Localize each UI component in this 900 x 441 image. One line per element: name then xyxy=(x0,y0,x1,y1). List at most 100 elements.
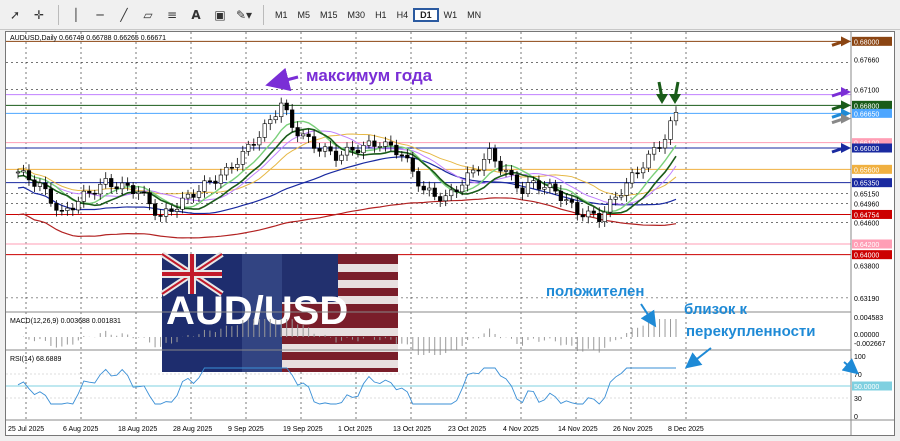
grid xyxy=(6,32,851,420)
timeframe-m30[interactable]: M30 xyxy=(343,10,371,20)
candle-bear xyxy=(191,193,196,198)
trendline-icon[interactable]: ╱ xyxy=(113,4,135,26)
timeframe-m1[interactable]: M1 xyxy=(270,10,293,20)
channel-icon[interactable]: ▱ xyxy=(137,4,159,26)
timeframe-d1[interactable]: D1 xyxy=(413,7,439,22)
candle-bear xyxy=(438,196,443,202)
year-high-label: максимум года xyxy=(306,66,433,85)
time-label: 6 Aug 2025 xyxy=(63,426,99,433)
candle-bear xyxy=(569,199,574,203)
positive-arrow xyxy=(640,303,657,328)
candle-bull xyxy=(344,146,350,156)
label-tool-icon[interactable]: ▣ xyxy=(209,4,231,26)
candle-bear xyxy=(131,185,136,194)
candle-bull xyxy=(180,197,185,210)
candle-bear xyxy=(152,203,158,216)
candle-bull xyxy=(640,167,646,174)
timeframe-h4[interactable]: H4 xyxy=(392,10,414,20)
time-label: 23 Oct 2025 xyxy=(448,426,486,433)
candle-bear xyxy=(597,213,602,222)
candle-bull xyxy=(624,182,629,196)
macd-label: 0.00000 xyxy=(854,332,879,339)
price-label: 0.63190 xyxy=(854,296,879,303)
flag-image-caption: AUD/USD xyxy=(166,289,348,333)
candle-bear xyxy=(311,136,317,149)
candle-bear xyxy=(372,140,377,147)
near-overbought-line-1: близок к xyxy=(684,301,748,318)
rsi-label: 30 xyxy=(854,396,862,403)
horizontal-line-icon[interactable]: ─ xyxy=(89,4,111,26)
candle-bull xyxy=(246,144,251,152)
candle-bull xyxy=(383,141,388,147)
chart-canvas: 0.680000.676600.671000.668000.666500.661… xyxy=(6,32,894,435)
cursor-icon[interactable]: ➚ xyxy=(4,4,26,26)
candle-bull xyxy=(322,146,328,152)
fibonacci-icon[interactable]: ≡ xyxy=(161,4,183,26)
candle-bear xyxy=(142,191,147,194)
rsi-label: 50.0000 xyxy=(854,384,879,391)
candle-bull xyxy=(240,151,245,165)
timeframe-w1[interactable]: W1 xyxy=(439,10,463,20)
candle-bear xyxy=(59,210,64,212)
candle-bear xyxy=(328,146,333,152)
vertical-line-icon[interactable]: │ xyxy=(65,4,87,26)
price-label: 0.65350 xyxy=(854,181,879,188)
timeframe-m5[interactable]: M5 xyxy=(293,10,316,20)
candle-bull xyxy=(481,159,487,171)
candle-bear xyxy=(399,154,404,157)
candle-bear xyxy=(394,144,399,156)
candle-bull xyxy=(377,146,383,148)
rsi-label: 100 xyxy=(854,354,866,361)
crosshair-icon[interactable]: ✛ xyxy=(28,4,50,26)
toolbar: ➚ ✛ │ ─ ╱ ▱ ≡ A ▣ ✎▾ M1 M5 M15 M30 H1 H4… xyxy=(0,0,900,30)
time-label: 28 Aug 2025 xyxy=(173,426,212,433)
time-label: 8 Dec 2025 xyxy=(668,426,704,433)
candle-bear xyxy=(207,180,213,183)
candle-bull xyxy=(427,187,432,191)
candle-bull xyxy=(460,184,465,193)
candle-bear xyxy=(476,169,481,172)
timeframe-mn[interactable]: MN xyxy=(462,10,486,20)
time-label: 25 Jul 2025 xyxy=(8,426,44,433)
candle-bull xyxy=(487,148,492,160)
candle-bull xyxy=(449,189,454,197)
level-arrow-head xyxy=(841,143,851,153)
candle-bear xyxy=(70,207,75,211)
price-label: 0.64960 xyxy=(854,201,879,208)
candle-bear xyxy=(492,148,498,162)
timeframe-m15[interactable]: M15 xyxy=(315,10,343,20)
shapes-menu-icon[interactable]: ✎▾ xyxy=(233,4,255,26)
candle-bull xyxy=(262,123,267,138)
candle-bull xyxy=(668,120,673,140)
candle-bear xyxy=(520,187,525,194)
candle-bull xyxy=(81,190,86,202)
year-high-arrow xyxy=(265,67,299,92)
level-arrow-head xyxy=(841,87,851,97)
chart-area[interactable]: 0.680000.676600.671000.668000.666500.661… xyxy=(5,31,895,436)
price-label: 0.64600 xyxy=(854,221,879,228)
candle-bull xyxy=(21,170,26,173)
candle-bear xyxy=(317,148,322,152)
toolbar-separator xyxy=(58,4,59,25)
candle-bear xyxy=(290,109,295,128)
text-tool-icon[interactable]: A xyxy=(185,4,207,26)
symbol-header: AUDUSD,Daily 0.66749 0.66788 0.66265 0.6… xyxy=(10,35,166,42)
candle-bull xyxy=(443,195,448,202)
time-label: 13 Oct 2025 xyxy=(393,426,431,433)
price-label: 0.67100 xyxy=(854,87,879,94)
candle-bear xyxy=(114,186,119,190)
level-arrow-head xyxy=(841,100,851,111)
candle-bear xyxy=(553,183,558,192)
candle-bear xyxy=(416,171,421,187)
timeframe-h1[interactable]: H1 xyxy=(370,10,392,20)
candle-bull xyxy=(547,183,552,188)
candle-bear xyxy=(87,190,92,194)
price-label: 0.66650 xyxy=(854,111,879,118)
time-label: 26 Nov 2025 xyxy=(613,426,653,433)
time-label: 19 Sep 2025 xyxy=(283,426,323,433)
candle-bull xyxy=(279,102,284,117)
price-label: 0.64000 xyxy=(854,253,879,260)
time-label: 18 Aug 2025 xyxy=(118,426,157,433)
candle-bear xyxy=(284,102,289,111)
candle-bull xyxy=(202,180,207,192)
